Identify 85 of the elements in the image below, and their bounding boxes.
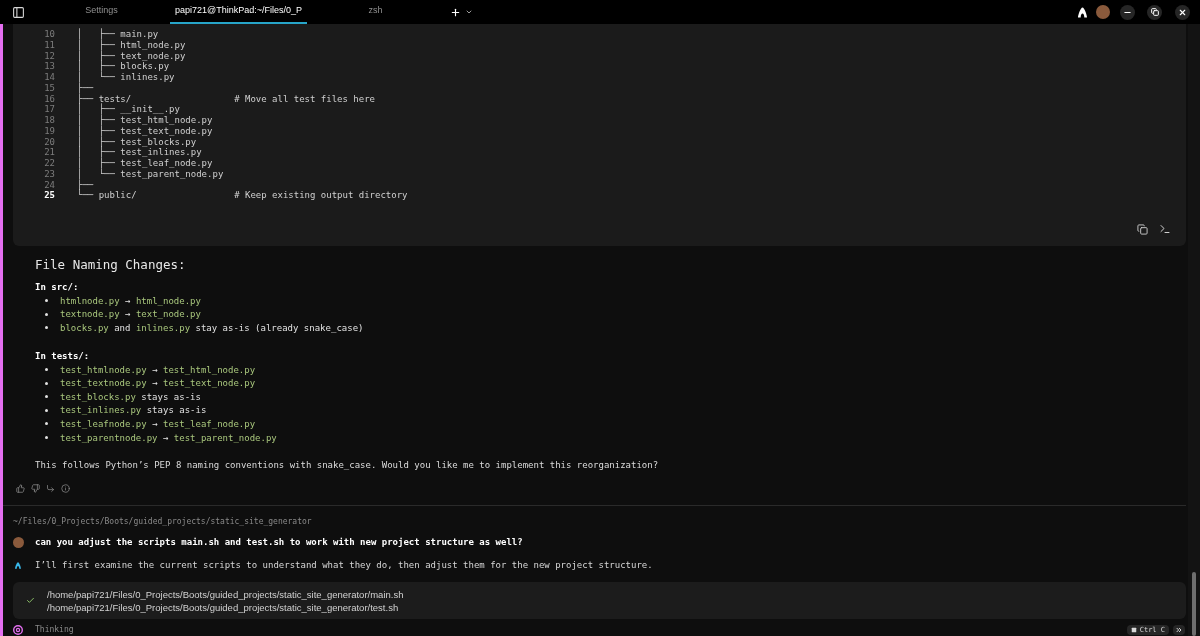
list-item-text: blocks.py and inlines.py stay as-is (already snake_case) xyxy=(60,322,364,334)
double-chevron-icon xyxy=(1175,626,1183,635)
scrollbar-thumb[interactable] xyxy=(1192,572,1196,636)
tab[interactable]: zsh xyxy=(307,0,444,24)
terminal-icon[interactable] xyxy=(1159,223,1171,235)
restore-button[interactable] xyxy=(1147,4,1162,20)
line-number: 17 xyxy=(43,104,55,115)
bullet-icon xyxy=(45,422,48,426)
list-item-text: test_parentnode.py → test_parent_node.py xyxy=(60,431,277,444)
new-tab-icon[interactable] xyxy=(450,6,461,18)
list-item-text: test_inlines.py stays as-is xyxy=(60,404,207,417)
user-avatar xyxy=(13,536,24,548)
bullet-icon xyxy=(45,312,48,316)
line-number: 15 xyxy=(43,82,55,94)
file-path: /home/papi721/Files/0_Projects/Boots/guided_projects/static_site_generator/test.sh xyxy=(47,600,399,614)
code-line: │ ├── __init__.py xyxy=(77,104,180,115)
subsection-title: In tests/: xyxy=(35,349,90,362)
code-line: │ ├── test_blocks.py xyxy=(77,136,197,147)
info-icon[interactable] xyxy=(61,484,70,494)
code-line: │ └── inlines.py xyxy=(77,72,175,82)
line-number: 11 xyxy=(43,39,55,51)
chevron-down-icon[interactable] xyxy=(465,8,473,16)
minimize-button[interactable] xyxy=(1120,4,1135,20)
list-item-text: test_htmlnode.py → test_html_node.py xyxy=(60,363,256,376)
line-number: 23 xyxy=(43,168,55,180)
thumbs-up-icon[interactable] xyxy=(16,484,25,494)
line-number: 14 xyxy=(43,72,55,83)
line-number: 16 xyxy=(43,93,55,105)
code-line: ├── xyxy=(77,179,94,190)
stop-icon xyxy=(1130,627,1137,634)
sidebar-toggle-icon[interactable] xyxy=(12,5,25,19)
line-number: 19 xyxy=(43,125,55,137)
code-line: │ ├── test_html_node.py xyxy=(77,115,213,125)
line-number: 25 xyxy=(43,190,55,201)
code-line: │ ├── html_node.py xyxy=(77,39,186,50)
code-line: │ ├── blocks.py xyxy=(77,61,170,72)
code-line: │ ├── text_node.py xyxy=(77,50,186,61)
logo-icon xyxy=(1078,6,1087,18)
file-path: /home/papi721/Files/0_Projects/Boots/guided_projects/static_site_generator/main.sh xyxy=(47,587,404,601)
code-line: │ ├── test_leaf_node.py xyxy=(77,158,213,168)
restore-icon xyxy=(1150,8,1159,16)
fast-forward-button[interactable] xyxy=(1173,625,1185,636)
list-item-text: test_leafnode.py → test_leaf_node.py xyxy=(60,417,256,430)
list-item-text: textnode.py → text_node.py xyxy=(60,308,201,321)
code-line: ├── tests/ # Move all test files here xyxy=(77,93,375,104)
concentric-rings-icon xyxy=(13,625,23,636)
directory-path: ~/Files/0_Projects/Boots/guided_projects/static_site_generator xyxy=(13,517,312,528)
line-number: 21 xyxy=(43,147,55,158)
message-paragraph: This follows Python’s PEP 8 naming conventions with snake_case. Would you like me to implement this reorganization? xyxy=(35,459,659,472)
code-line: │ └── test_parent_node.py xyxy=(77,168,224,179)
line-number: 12 xyxy=(43,50,55,62)
bullet-icon xyxy=(45,395,48,399)
list-item-text: htmlnode.py → html_node.py xyxy=(60,294,201,307)
bullet-icon xyxy=(45,436,48,440)
close-button[interactable] xyxy=(1175,4,1190,20)
code-line: │ ├── test_inlines.py xyxy=(77,147,202,158)
code-line: │ ├── main.py xyxy=(77,29,159,39)
forward-arrow-icon[interactable] xyxy=(46,484,55,494)
line-number: 22 xyxy=(43,158,55,169)
line-number: 24 xyxy=(43,179,55,191)
bullet-icon xyxy=(45,368,48,372)
code-line: ├── xyxy=(77,82,94,93)
code-line: │ ├── test_text_node.py xyxy=(77,125,213,136)
line-number: 10 xyxy=(43,29,55,40)
line-number: 13 xyxy=(43,61,55,72)
status-label: Thinking xyxy=(35,625,74,636)
line-number: 20 xyxy=(43,136,55,148)
agent-reply: I’ll first examine the current scripts to understand what they do, then adjust them for the new project structure. xyxy=(35,559,653,572)
user-prompt: can you adjust the scripts main.sh and test.sh to work with new project structure as well? xyxy=(35,536,523,549)
tab[interactable]: Settings xyxy=(33,0,170,24)
copy-icon[interactable] xyxy=(1137,223,1148,235)
subsection-title: In src/: xyxy=(35,281,79,293)
list-item-text: test_blocks.py stays as-is xyxy=(60,390,201,403)
section-heading: File Naming Changes: xyxy=(35,257,186,273)
bullet-icon xyxy=(45,408,48,412)
close-icon xyxy=(1178,7,1187,17)
user-avatar[interactable] xyxy=(1096,5,1110,19)
bullet-icon xyxy=(45,326,48,330)
bullet-icon xyxy=(45,381,48,385)
thumbs-down-icon[interactable] xyxy=(31,484,40,494)
code-line: └── public/ # Keep existing output directory xyxy=(77,190,408,201)
line-number: 18 xyxy=(43,115,55,126)
agent-icon xyxy=(15,561,21,569)
bullet-icon xyxy=(45,299,48,303)
list-item-text: test_textnode.py → test_text_node.py xyxy=(60,377,256,390)
